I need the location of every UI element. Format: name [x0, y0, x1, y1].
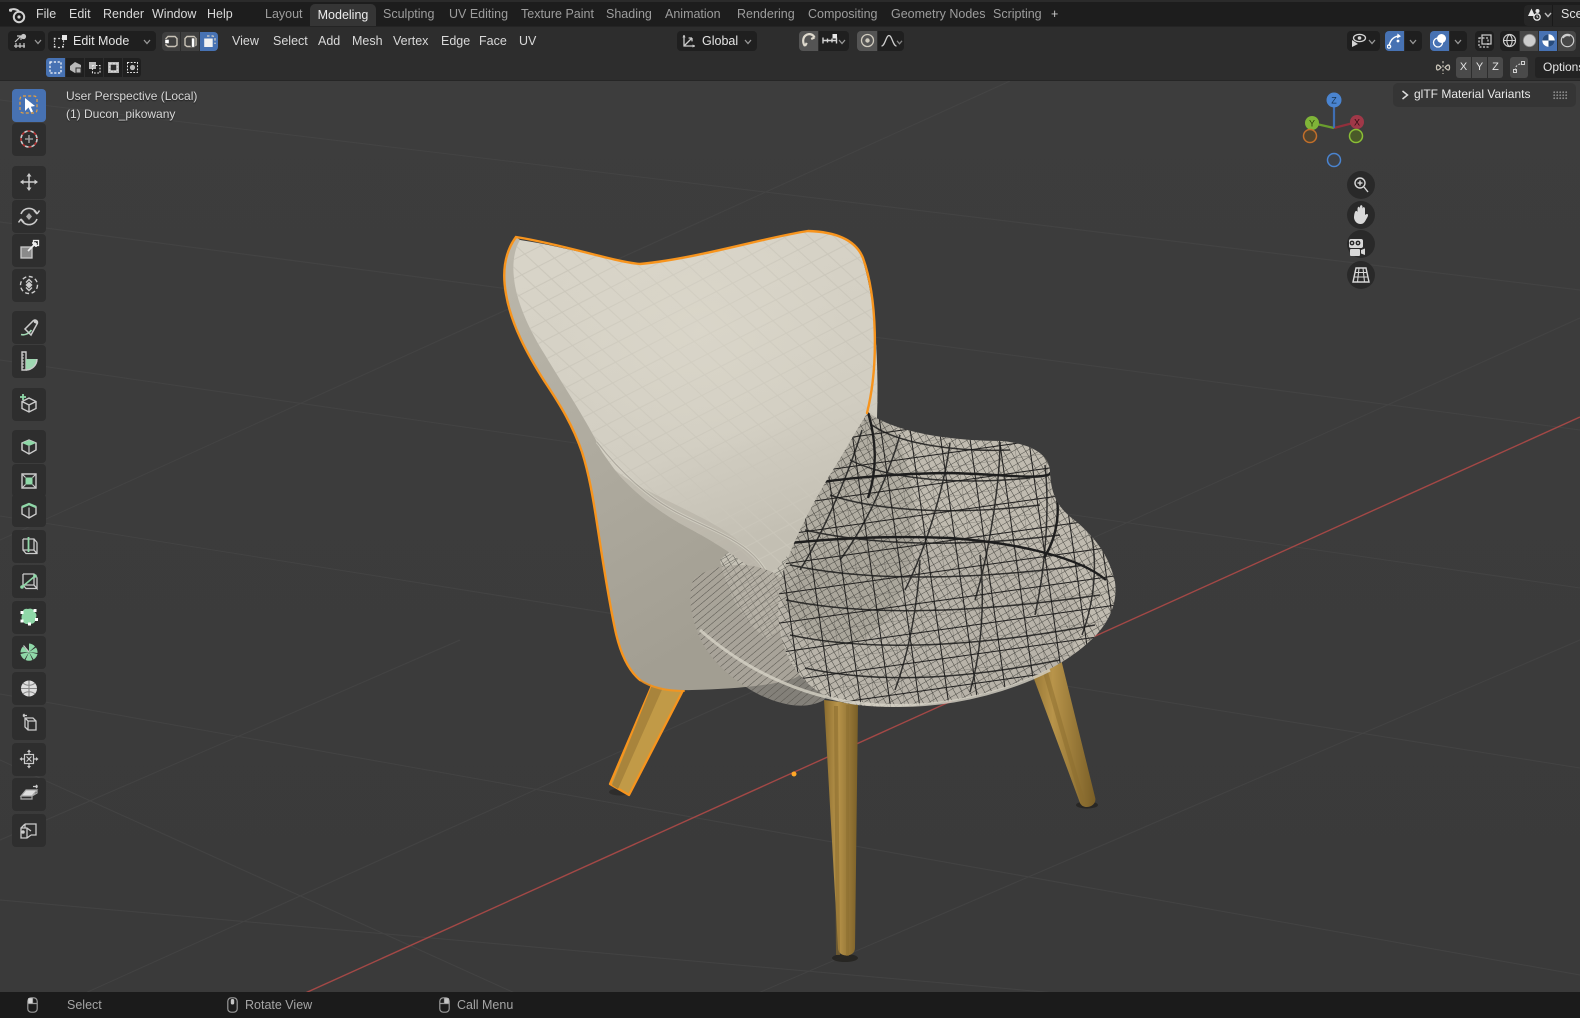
svg-text:X: X [1354, 118, 1360, 128]
svg-text:Y: Y [1309, 119, 1315, 129]
svg-text:Z: Z [1331, 96, 1337, 106]
